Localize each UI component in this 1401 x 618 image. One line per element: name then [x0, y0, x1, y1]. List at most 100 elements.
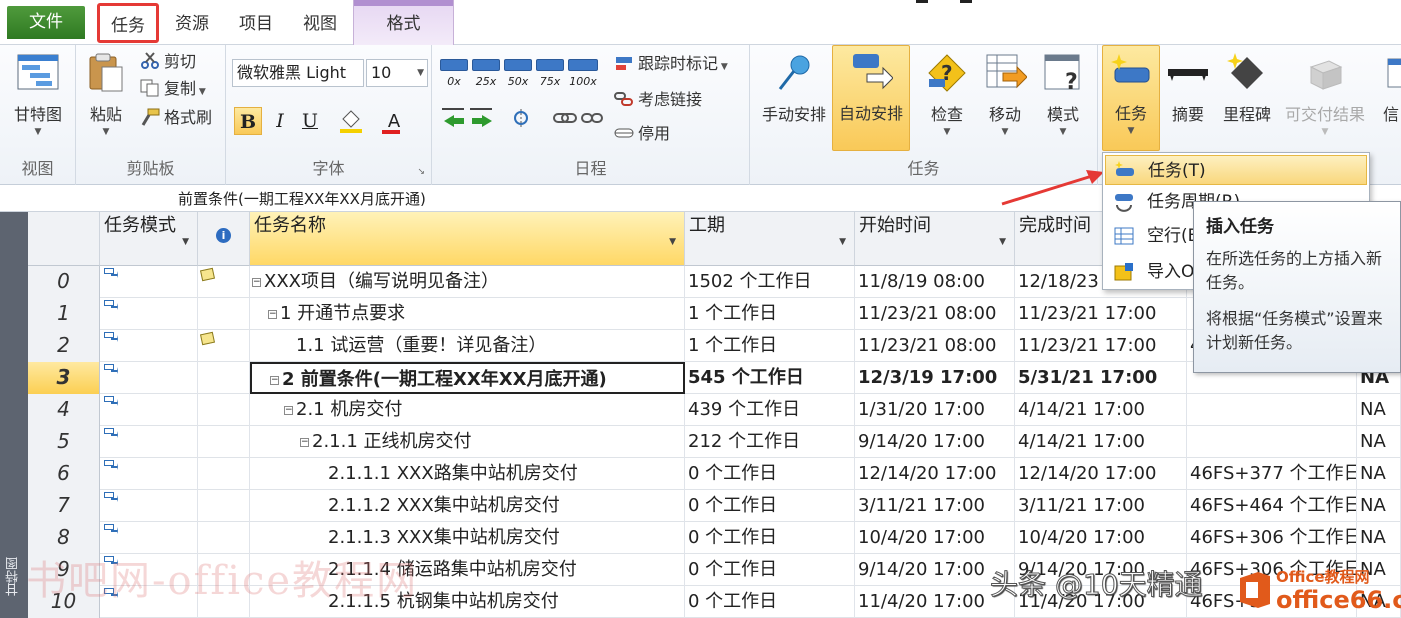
- tab-resource[interactable]: 资源: [164, 9, 220, 39]
- predecessors-cell[interactable]: 46FS+377 个工作日: [1187, 458, 1357, 490]
- duration-cell[interactable]: 0 个工作日: [685, 490, 855, 522]
- column-header-duration[interactable]: 工期 ▼: [685, 212, 855, 266]
- start-cell[interactable]: 1/31/20 17:00: [855, 394, 1015, 426]
- row-number[interactable]: 4: [28, 394, 100, 426]
- task-mode-cell[interactable]: [100, 426, 198, 458]
- chevron-down-icon[interactable]: ▼: [999, 230, 1006, 254]
- task-mode-cell[interactable]: [100, 586, 198, 618]
- tab-file[interactable]: 文件: [7, 6, 85, 39]
- indicator-cell[interactable]: [198, 330, 250, 362]
- start-cell[interactable]: 11/4/20 17:00: [855, 586, 1015, 618]
- table-row[interactable]: 10 2.1.1.5 杭钢集中站机房交付 0 个工作日 11/4/20 17:00 11…: [28, 586, 1401, 618]
- task-mode-cell[interactable]: [100, 266, 198, 298]
- start-cell[interactable]: 9/14/20 17:00: [855, 426, 1015, 458]
- respect-links-button[interactable]: 考虑链接: [614, 87, 702, 113]
- gantt-chart-button[interactable]: 甘特图 ▼: [4, 47, 72, 139]
- inactivate-button[interactable]: 停用: [614, 121, 670, 147]
- copy-button[interactable]: 复制 ▼: [140, 76, 206, 102]
- predecessors-cell[interactable]: 46FS+306 个工作日: [1187, 554, 1357, 586]
- entry-bar-text[interactable]: 前置条件(一期工程XX年XX月底开通): [178, 188, 426, 209]
- pct-100-button[interactable]: 100x: [568, 59, 598, 89]
- indicator-cell[interactable]: [198, 362, 250, 394]
- column-header-task-name[interactable]: 任务名称 ▼: [250, 212, 685, 266]
- task-name-cell[interactable]: 2.1.1.1 XXX路集中站机房交付: [250, 458, 685, 490]
- task-name-cell[interactable]: − XXX项目（编写说明见备注）: [250, 266, 685, 298]
- task-mode-cell[interactable]: [100, 394, 198, 426]
- resource-cell[interactable]: NA: [1357, 394, 1401, 426]
- finish-cell[interactable]: 3/11/21 17:00: [1015, 490, 1187, 522]
- finish-cell[interactable]: 11/23/21 17:00: [1015, 330, 1187, 362]
- table-row[interactable]: 4−2.1 机房交付 439 个工作日 1/31/20 17:00 4/14/21 1…: [28, 394, 1401, 426]
- task-name-cell[interactable]: 2.1.1.2 XXX集中站机房交付: [250, 490, 685, 522]
- duration-cell[interactable]: 439 个工作日: [685, 394, 855, 426]
- task-name-cell[interactable]: −2.1 机房交付: [250, 394, 685, 426]
- start-cell[interactable]: 11/23/21 08:00: [855, 330, 1015, 362]
- task-name-cell[interactable]: 2.1.1.4 储运路集中站机房交付: [250, 554, 685, 586]
- task-mode-cell[interactable]: [100, 362, 198, 394]
- finish-cell[interactable]: 11/4/20 17:00: [1015, 586, 1187, 618]
- pct-25-button[interactable]: 25x: [472, 59, 500, 89]
- indicator-cell[interactable]: [198, 554, 250, 586]
- row-number[interactable]: 9: [28, 554, 100, 586]
- start-cell[interactable]: 10/4/20 17:00: [855, 522, 1015, 554]
- column-header-info[interactable]: i: [198, 212, 250, 266]
- indicator-cell[interactable]: [198, 458, 250, 490]
- underline-button[interactable]: U: [296, 107, 324, 135]
- note-icon[interactable]: [199, 267, 216, 282]
- font-name-combo[interactable]: 微软雅黑 Light: [232, 59, 364, 87]
- start-cell[interactable]: 9/14/20 17:00: [855, 554, 1015, 586]
- tab-task[interactable]: 任务: [97, 3, 159, 43]
- indicator-cell[interactable]: [198, 522, 250, 554]
- font-color-button[interactable]: A: [376, 107, 412, 135]
- resource-cell[interactable]: NA: [1357, 490, 1401, 522]
- predecessors-cell[interactable]: [1187, 426, 1357, 458]
- summary-button[interactable]: 摘要: [1164, 47, 1212, 125]
- indicator-cell[interactable]: [198, 298, 250, 330]
- start-cell[interactable]: 3/11/21 17:00: [855, 490, 1015, 522]
- duration-cell[interactable]: 1502 个工作日: [685, 266, 855, 298]
- row-number[interactable]: 8: [28, 522, 100, 554]
- paste-button[interactable]: 粘贴 ▼: [80, 47, 132, 139]
- collapse-toggle-icon[interactable]: −: [252, 278, 261, 287]
- table-row[interactable]: 8 2.1.1.3 XXX集中站机房交付 0 个工作日 10/4/20 17:00 10…: [28, 522, 1401, 554]
- finish-cell[interactable]: 11/23/21 17:00: [1015, 298, 1187, 330]
- indicator-cell[interactable]: [198, 266, 250, 298]
- select-all-corner[interactable]: [28, 212, 100, 266]
- cut-button[interactable]: 剪切: [140, 49, 196, 75]
- chevron-down-icon[interactable]: ▼: [839, 230, 846, 254]
- mode-button[interactable]: ? 模式 ▼: [1034, 47, 1092, 139]
- row-number[interactable]: 6: [28, 458, 100, 490]
- chevron-down-icon[interactable]: ▼: [669, 230, 676, 254]
- table-row[interactable]: 5−2.1.1 正线机房交付 212 个工作日 9/14/20 17:00 4/14/…: [28, 426, 1401, 458]
- deliverable-button[interactable]: 可交付结果 ▼: [1278, 47, 1372, 139]
- task-mode-cell[interactable]: [100, 490, 198, 522]
- italic-button[interactable]: I: [266, 107, 294, 135]
- indicator-cell[interactable]: [198, 426, 250, 458]
- duration-cell[interactable]: 0 个工作日: [685, 554, 855, 586]
- insert-task-button[interactable]: 任务 ▼: [1102, 45, 1160, 151]
- bold-button[interactable]: B: [234, 107, 262, 135]
- duration-cell[interactable]: 212 个工作日: [685, 426, 855, 458]
- start-cell[interactable]: 12/14/20 17:00: [855, 458, 1015, 490]
- menu-item-task[interactable]: 任务(T): [1105, 155, 1367, 185]
- duration-cell[interactable]: 1 个工作日: [685, 330, 855, 362]
- resource-cell[interactable]: NA: [1357, 522, 1401, 554]
- finish-cell[interactable]: 10/4/20 17:00: [1015, 522, 1187, 554]
- row-number[interactable]: 5: [28, 426, 100, 458]
- duration-cell[interactable]: 1 个工作日: [685, 298, 855, 330]
- column-header-task-mode[interactable]: 任务模式 ▼: [100, 212, 198, 266]
- row-number[interactable]: 7: [28, 490, 100, 522]
- duration-cell[interactable]: 545 个工作日: [685, 362, 855, 394]
- task-name-cell[interactable]: −2 前置条件(一期工程XX年XX月底开通): [250, 362, 685, 394]
- task-mode-cell[interactable]: [100, 330, 198, 362]
- font-size-combo[interactable]: 10 ▼: [366, 59, 428, 87]
- column-header-start[interactable]: 开始时间 ▼: [855, 212, 1015, 266]
- dialog-launcher-icon[interactable]: ↘: [417, 167, 425, 177]
- duration-cell[interactable]: 0 个工作日: [685, 458, 855, 490]
- duration-cell[interactable]: 0 个工作日: [685, 586, 855, 618]
- resource-cell[interactable]: NA: [1357, 586, 1401, 618]
- finish-cell[interactable]: 12/14/20 17:00: [1015, 458, 1187, 490]
- predecessors-cell[interactable]: 46FS+464 个工作日: [1187, 490, 1357, 522]
- outdent-button[interactable]: [440, 105, 496, 131]
- task-name-cell[interactable]: 1.1 试运营（重要！详见备注）: [250, 330, 685, 362]
